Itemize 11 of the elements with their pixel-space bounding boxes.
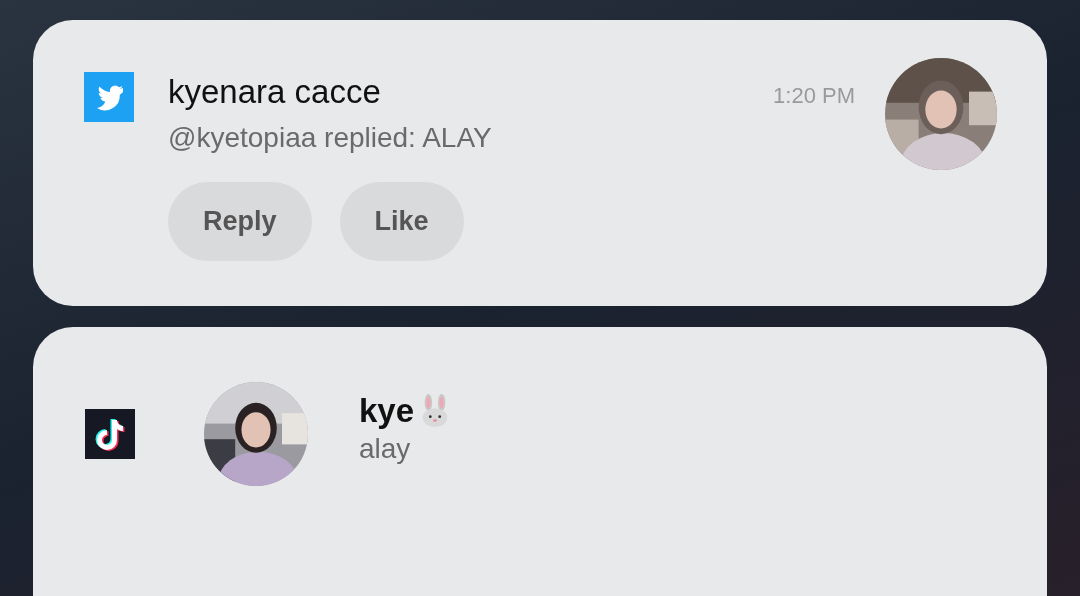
sender-name: kyenara cacce: [168, 72, 381, 112]
music-note-icon: [85, 409, 135, 459]
timestamp: 1:20 PM: [773, 83, 855, 109]
notification-card[interactable]: kye alay: [33, 327, 1047, 596]
message-text: alay: [359, 431, 412, 466]
action-button[interactable]: Like: [339, 182, 464, 261]
notification-card[interactable]: kyenara cacce 1:20 PM @kyetopiaa replied: ALAY Reply Like: [33, 20, 1047, 306]
action-button[interactable]: Reply: [168, 182, 312, 261]
bird-icon: [84, 72, 134, 122]
sender-name: kye: [359, 391, 415, 431]
message-text: @kyetopiaa replied: ALAY: [168, 120, 493, 155]
